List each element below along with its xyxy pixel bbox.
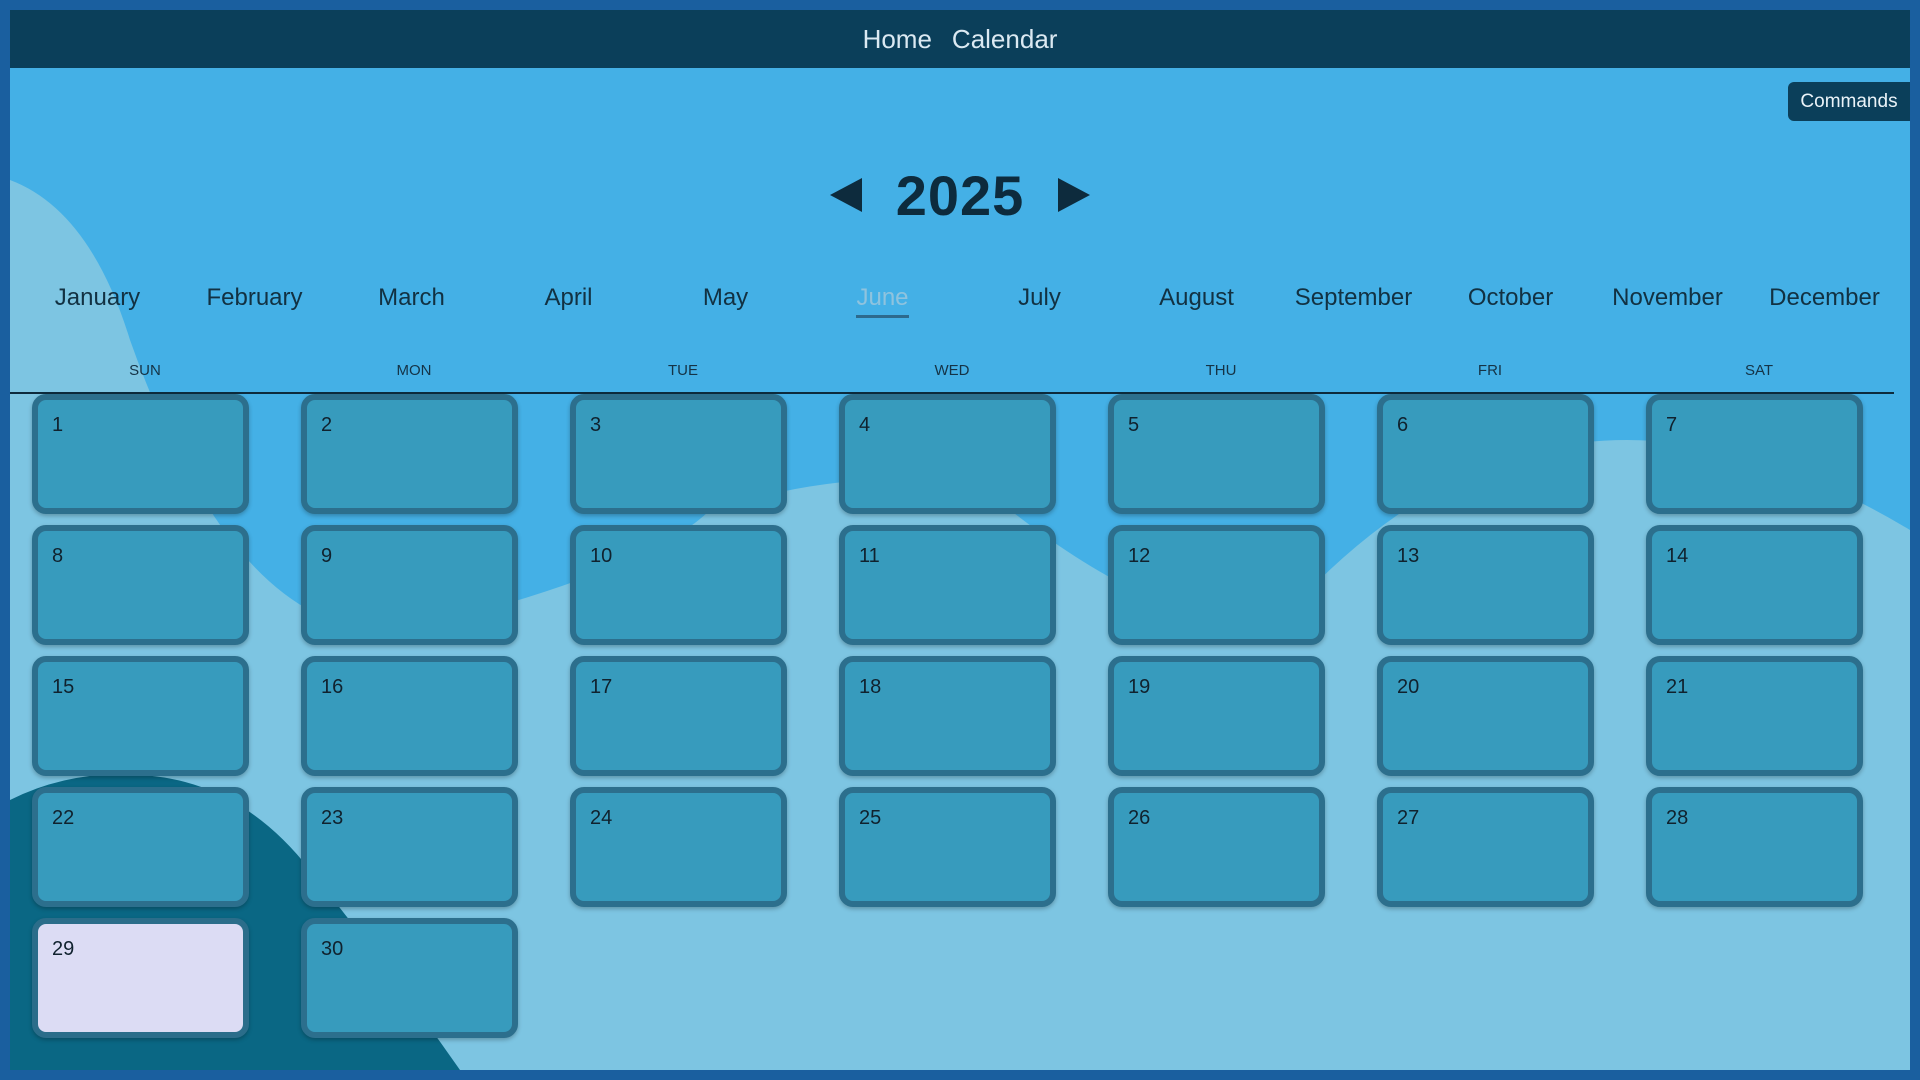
day-number: 14 <box>1666 545 1689 567</box>
day-cell-7[interactable]: 7 <box>1646 394 1863 514</box>
day-cell-28[interactable]: 28 <box>1646 787 1863 907</box>
day-number: 26 <box>1128 807 1151 829</box>
day-number: 4 <box>859 414 871 436</box>
day-cell-13[interactable]: 13 <box>1377 525 1594 645</box>
day-number: 24 <box>590 807 613 829</box>
day-number: 16 <box>321 676 344 698</box>
day-cell-11[interactable]: 11 <box>839 525 1056 645</box>
day-cell-22[interactable]: 22 <box>32 787 249 907</box>
day-number: 23 <box>321 807 344 829</box>
day-number: 15 <box>52 676 75 698</box>
app-window: Home Calendar Commands 2025 January Febru… <box>10 10 1910 1070</box>
day-cell-9[interactable]: 9 <box>301 525 518 645</box>
day-number: 2 <box>321 414 333 436</box>
day-cell-19[interactable]: 19 <box>1108 656 1325 776</box>
day-cell-23[interactable]: 23 <box>301 787 518 907</box>
day-cell-16[interactable]: 16 <box>301 656 518 776</box>
day-number: 12 <box>1128 545 1151 567</box>
day-number: 21 <box>1666 676 1689 698</box>
day-number: 18 <box>859 676 882 698</box>
day-cell-26[interactable]: 26 <box>1108 787 1325 907</box>
day-cell-10[interactable]: 10 <box>570 525 787 645</box>
day-number: 13 <box>1397 545 1420 567</box>
day-cell-29[interactable]: 29 <box>32 918 249 1038</box>
day-number: 28 <box>1666 807 1689 829</box>
day-cell-5[interactable]: 5 <box>1108 394 1325 514</box>
day-number: 3 <box>590 414 602 436</box>
day-number: 11 <box>859 545 880 567</box>
day-cell-3[interactable]: 3 <box>570 394 787 514</box>
day-cell-4[interactable]: 4 <box>839 394 1056 514</box>
day-number: 8 <box>52 545 64 567</box>
day-cell-25[interactable]: 25 <box>839 787 1056 907</box>
day-cell-20[interactable]: 20 <box>1377 656 1594 776</box>
day-number: 19 <box>1128 676 1151 698</box>
day-cell-18[interactable]: 18 <box>839 656 1056 776</box>
day-number: 6 <box>1397 414 1409 436</box>
day-number: 17 <box>590 676 613 698</box>
day-cell-30[interactable]: 30 <box>301 918 518 1038</box>
day-cell-24[interactable]: 24 <box>570 787 787 907</box>
day-number: 25 <box>859 807 882 829</box>
day-number: 29 <box>52 938 75 960</box>
day-cell-2[interactable]: 2 <box>301 394 518 514</box>
day-number: 1 <box>52 414 64 436</box>
day-number: 30 <box>321 938 344 960</box>
day-number: 5 <box>1128 414 1140 436</box>
day-number: 20 <box>1397 676 1420 698</box>
day-number: 9 <box>321 545 333 567</box>
day-cell-15[interactable]: 15 <box>32 656 249 776</box>
day-number: 27 <box>1397 807 1420 829</box>
day-number: 7 <box>1666 414 1678 436</box>
day-number: 22 <box>52 807 75 829</box>
day-cell-8[interactable]: 8 <box>32 525 249 645</box>
day-cell-6[interactable]: 6 <box>1377 394 1594 514</box>
day-number: 10 <box>590 545 613 567</box>
day-cell-21[interactable]: 21 <box>1646 656 1863 776</box>
day-cell-17[interactable]: 17 <box>570 656 787 776</box>
day-cell-27[interactable]: 27 <box>1377 787 1594 907</box>
day-grid: 1 2 3 4 5 6 7 8 9 10 11 12 13 14 15 16 17 18 19 20 21 22 23 24 2… <box>10 10 1910 1070</box>
day-cell-1[interactable]: 1 <box>32 394 249 514</box>
day-cell-12[interactable]: 12 <box>1108 525 1325 645</box>
day-cell-14[interactable]: 14 <box>1646 525 1863 645</box>
